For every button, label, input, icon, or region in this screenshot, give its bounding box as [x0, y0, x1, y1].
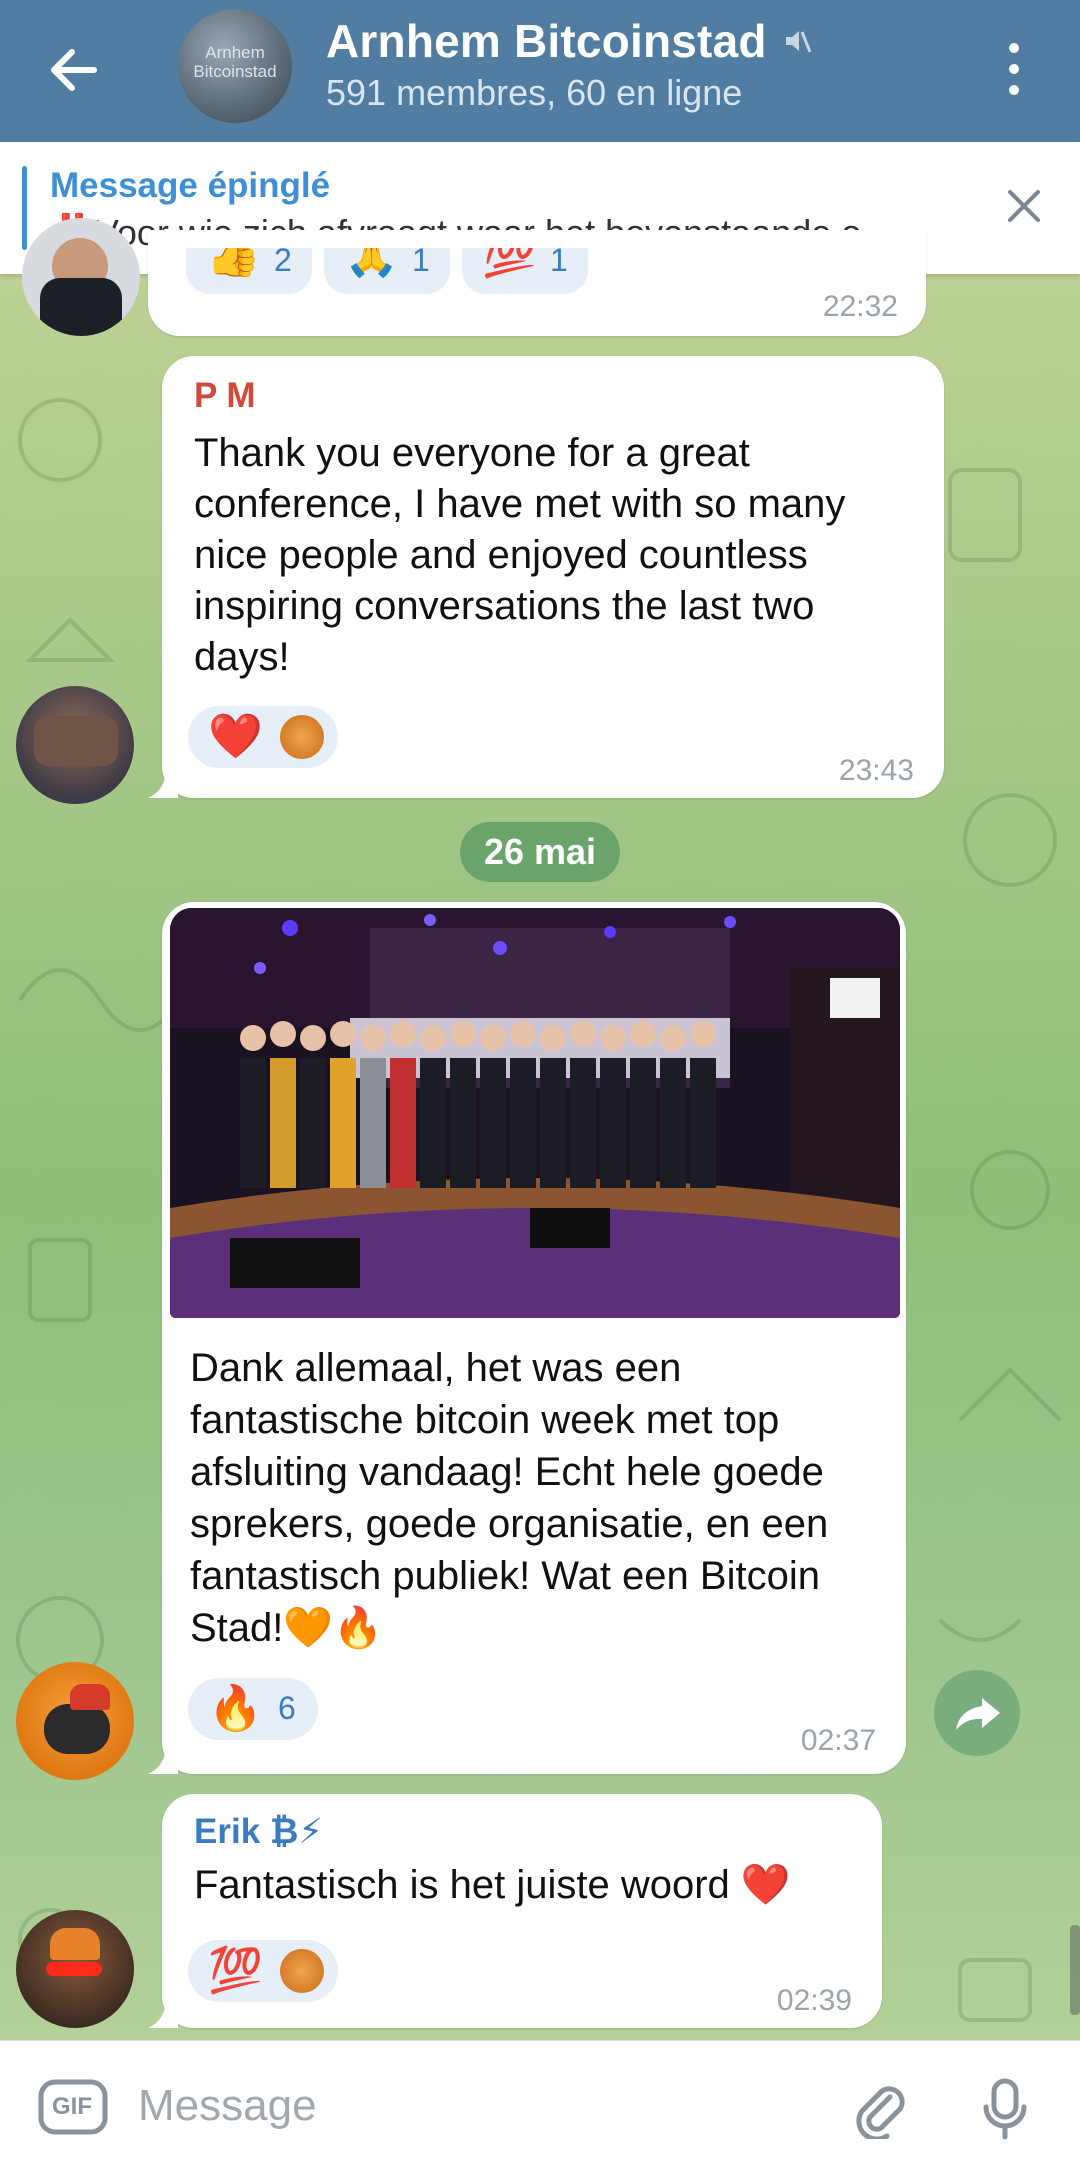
- message-input[interactable]: Message: [138, 2081, 317, 2131]
- gif-button[interactable]: GIF: [38, 2079, 108, 2135]
- message-time: 02:37: [800, 1724, 876, 1757]
- group-avatar[interactable]: Arnhem Bitcoinstad: [178, 9, 292, 123]
- member-count: 591 membres, 60 en ligne: [326, 72, 743, 113]
- close-icon[interactable]: [1004, 186, 1044, 226]
- message-time: 02:39: [776, 1984, 852, 2017]
- chat-header: Arnhem Bitcoinstad Arnhem Bitcoinstad 59…: [0, 0, 1080, 142]
- message-text: Thank you everyone for a great conferenc…: [194, 431, 846, 679]
- share-button[interactable]: [934, 1670, 1020, 1756]
- hundred-icon: 💯: [208, 1946, 263, 1995]
- message-bubble[interactable]: P M Thank you everyone for a great confe…: [148, 356, 944, 798]
- fire-icon: 🔥: [208, 1684, 263, 1733]
- reaction-count: 6: [278, 1690, 296, 1726]
- reaction-pray[interactable]: 🙏 1: [324, 248, 450, 294]
- muted-speaker-icon: [786, 31, 812, 53]
- user-avatar[interactable]: [16, 1662, 134, 1780]
- microphone-icon[interactable]: [980, 2077, 1030, 2141]
- group-avatar-text: Arnhem Bitcoinstad: [193, 43, 277, 81]
- user-avatar[interactable]: [16, 686, 134, 804]
- reaction-heart[interactable]: ❤️: [188, 706, 338, 768]
- reactor-avatar: [280, 715, 324, 759]
- pray-icon: 🙏: [344, 248, 399, 279]
- date-separator: 26 mai: [460, 822, 620, 882]
- message-time: 22:32: [822, 290, 898, 323]
- bubble-tail: [148, 768, 178, 798]
- reactor-avatar: [280, 1949, 324, 1993]
- user-avatar[interactable]: [22, 218, 140, 336]
- attach-icon[interactable]: [850, 2079, 910, 2139]
- more-options-icon[interactable]: [994, 36, 1034, 106]
- reaction-thumbs-up[interactable]: 👍 2: [186, 248, 312, 294]
- stage-group-photo: [170, 908, 900, 1318]
- share-arrow-icon: [956, 1698, 1000, 1730]
- bubble-tail: [148, 1744, 178, 1774]
- bubble-tail: [148, 1998, 178, 2028]
- thumbs-up-icon: 👍: [206, 248, 261, 279]
- message-bubble[interactable]: Erik ₿⚡ Fantastisch is het juiste woord …: [148, 1794, 882, 2028]
- reaction-hundred[interactable]: 💯: [188, 1940, 338, 2002]
- reaction-hundred[interactable]: 💯 1: [462, 248, 588, 294]
- user-avatar[interactable]: [16, 1910, 134, 2028]
- message-text: Fantastisch is het juiste woord ❤️: [194, 1863, 791, 1907]
- gif-label: GIF: [52, 2093, 92, 2120]
- message-time: 23:43: [838, 754, 914, 787]
- sender-name[interactable]: Erik ₿⚡: [194, 1812, 323, 1852]
- heart-icon: ❤️: [208, 712, 263, 761]
- scrollbar-thumb[interactable]: [1070, 1925, 1080, 2015]
- message-bubble[interactable]: 👍 2 🙏 1 💯 1 22:32: [148, 230, 926, 336]
- reaction-count: 2: [274, 248, 292, 278]
- chat-title[interactable]: Arnhem Bitcoinstad: [326, 14, 767, 68]
- reaction-fire[interactable]: 🔥 6: [188, 1678, 318, 1740]
- message-text: Dank allemaal, het was een fantastische …: [190, 1346, 829, 1650]
- pinned-label: Message épinglé: [50, 166, 331, 205]
- pinned-indicator: [22, 166, 27, 250]
- back-arrow-icon[interactable]: [44, 40, 104, 100]
- sender-name[interactable]: P M: [194, 376, 256, 416]
- message-input-bar: GIF Message: [0, 2040, 1080, 2168]
- hundred-icon: 💯: [482, 248, 537, 279]
- reaction-count: 1: [412, 248, 430, 278]
- conference-photo[interactable]: [170, 908, 900, 1318]
- reaction-count: 1: [550, 248, 568, 278]
